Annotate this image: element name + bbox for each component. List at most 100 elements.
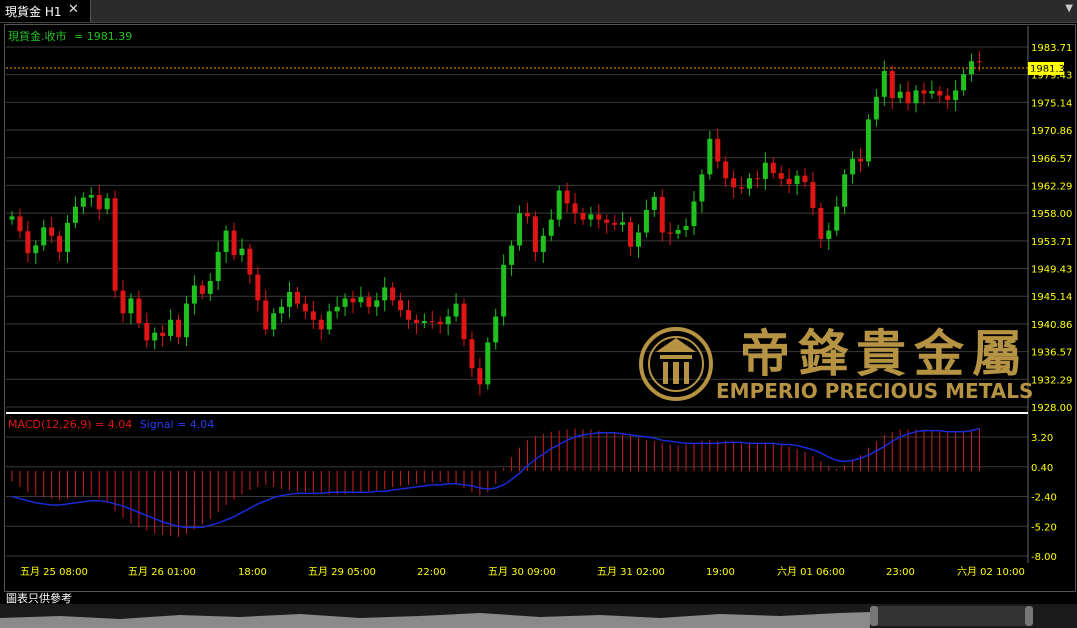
candle bbox=[120, 280, 126, 323]
macd-tick-label: 3.20 bbox=[1031, 433, 1053, 444]
logo-icon bbox=[639, 327, 713, 401]
time-tick-label: 六月 01 06:00 bbox=[777, 566, 845, 578]
candle bbox=[612, 215, 618, 230]
price-tick-label: 1945.14 bbox=[1031, 292, 1072, 303]
candle bbox=[191, 275, 197, 315]
legend-price: 現貨金.收市 = 1981.39 bbox=[8, 29, 132, 43]
candle bbox=[223, 225, 229, 263]
candle bbox=[540, 228, 546, 263]
candle bbox=[858, 148, 864, 173]
time-tick-label: 五月 30 09:00 bbox=[488, 566, 556, 578]
candle bbox=[88, 187, 94, 207]
candle bbox=[628, 217, 634, 256]
candle bbox=[57, 230, 63, 261]
candle bbox=[485, 337, 491, 390]
price-chart[interactable]: 帝鋒貴金屬 EMPERIO PRECIOUS METALS 1981.39 現貨… bbox=[0, 0, 1077, 604]
candle bbox=[421, 313, 427, 329]
macd-histogram bbox=[11, 428, 980, 537]
candle bbox=[691, 191, 697, 236]
candle bbox=[350, 290, 356, 314]
price-series-value: = 1981.39 bbox=[74, 30, 132, 43]
candle bbox=[897, 83, 903, 104]
candle bbox=[112, 190, 118, 298]
time-tick-label: 19:00 bbox=[706, 567, 735, 578]
price-tick-label: 1979.43 bbox=[1031, 71, 1072, 82]
candle bbox=[675, 224, 681, 239]
candle bbox=[842, 169, 848, 214]
candle bbox=[802, 167, 808, 188]
watermark: 帝鋒貴金屬 EMPERIO PRECIOUS METALS bbox=[639, 325, 1033, 403]
macd-tick-label: -2.40 bbox=[1031, 493, 1057, 504]
watermark-chinese: 帝鋒貴金屬 bbox=[740, 325, 1030, 383]
price-tick-label: 1932.29 bbox=[1031, 375, 1072, 386]
candle bbox=[969, 53, 975, 82]
candle bbox=[731, 170, 737, 199]
candle bbox=[945, 87, 951, 110]
macd-tick-label: -5.20 bbox=[1031, 522, 1057, 533]
price-tick-label: 1983.71 bbox=[1031, 43, 1072, 54]
navigator-left-handle[interactable] bbox=[870, 606, 878, 626]
candle bbox=[596, 204, 602, 229]
candle bbox=[72, 196, 78, 229]
candle bbox=[183, 295, 189, 347]
candle bbox=[834, 196, 840, 236]
candle bbox=[715, 128, 721, 169]
time-x-axis: 五月 25 08:00 五月 26 01:00 18:00 五月 29 05:00 22… bbox=[20, 566, 1025, 578]
candle bbox=[25, 220, 31, 263]
macd-tick-label: 0.40 bbox=[1031, 463, 1053, 474]
candle bbox=[96, 184, 102, 221]
candle bbox=[461, 298, 467, 347]
candle bbox=[493, 308, 499, 350]
candle bbox=[33, 240, 39, 265]
candle bbox=[532, 211, 538, 261]
candle bbox=[358, 286, 364, 308]
candle bbox=[556, 185, 562, 227]
candle bbox=[326, 303, 332, 335]
candle bbox=[390, 282, 396, 306]
candle bbox=[406, 299, 411, 329]
navigator-right-handle[interactable] bbox=[1025, 606, 1033, 626]
candle bbox=[176, 314, 182, 345]
candle bbox=[548, 209, 554, 241]
price-series-label: 現貨金.收市 bbox=[8, 29, 67, 43]
macd-y-axis: 3.20 0.40 -2.40 -5.20 -8.00 bbox=[1031, 433, 1057, 563]
candle bbox=[826, 222, 832, 250]
candle bbox=[453, 293, 459, 322]
price-tick-label: 1936.57 bbox=[1031, 348, 1072, 359]
candle bbox=[49, 217, 55, 243]
navigator-scrollbar[interactable] bbox=[0, 604, 1077, 628]
price-tick-label: 1966.57 bbox=[1031, 154, 1072, 165]
price-tick-label: 1953.71 bbox=[1031, 237, 1072, 248]
candle bbox=[873, 89, 879, 127]
candle bbox=[604, 214, 610, 234]
candle bbox=[953, 80, 959, 112]
candle bbox=[255, 266, 261, 312]
candle bbox=[588, 206, 594, 227]
candle bbox=[937, 85, 943, 103]
time-tick-label: 五月 31 02:00 bbox=[597, 566, 665, 578]
candle bbox=[707, 131, 713, 180]
time-tick-label: 18:00 bbox=[238, 567, 267, 578]
candle bbox=[144, 312, 150, 348]
candle bbox=[287, 281, 293, 318]
candle bbox=[437, 316, 443, 334]
candle bbox=[659, 189, 665, 242]
candle bbox=[913, 85, 919, 113]
candle bbox=[231, 222, 237, 261]
time-tick-label: 22:00 bbox=[417, 567, 446, 578]
price-tick-label: 1975.14 bbox=[1031, 98, 1072, 109]
candle bbox=[509, 240, 515, 276]
candle bbox=[865, 114, 871, 167]
time-tick-label: 五月 26 01:00 bbox=[128, 566, 196, 578]
candle bbox=[580, 207, 586, 225]
signal-label: Signal = 4.04 bbox=[140, 418, 215, 431]
candle bbox=[294, 286, 300, 309]
candle bbox=[778, 165, 784, 186]
candle bbox=[524, 202, 530, 224]
candle bbox=[239, 238, 245, 263]
candle bbox=[215, 241, 221, 291]
candle bbox=[152, 327, 158, 350]
candle bbox=[794, 170, 800, 196]
candle bbox=[128, 293, 134, 325]
candle bbox=[929, 80, 935, 99]
